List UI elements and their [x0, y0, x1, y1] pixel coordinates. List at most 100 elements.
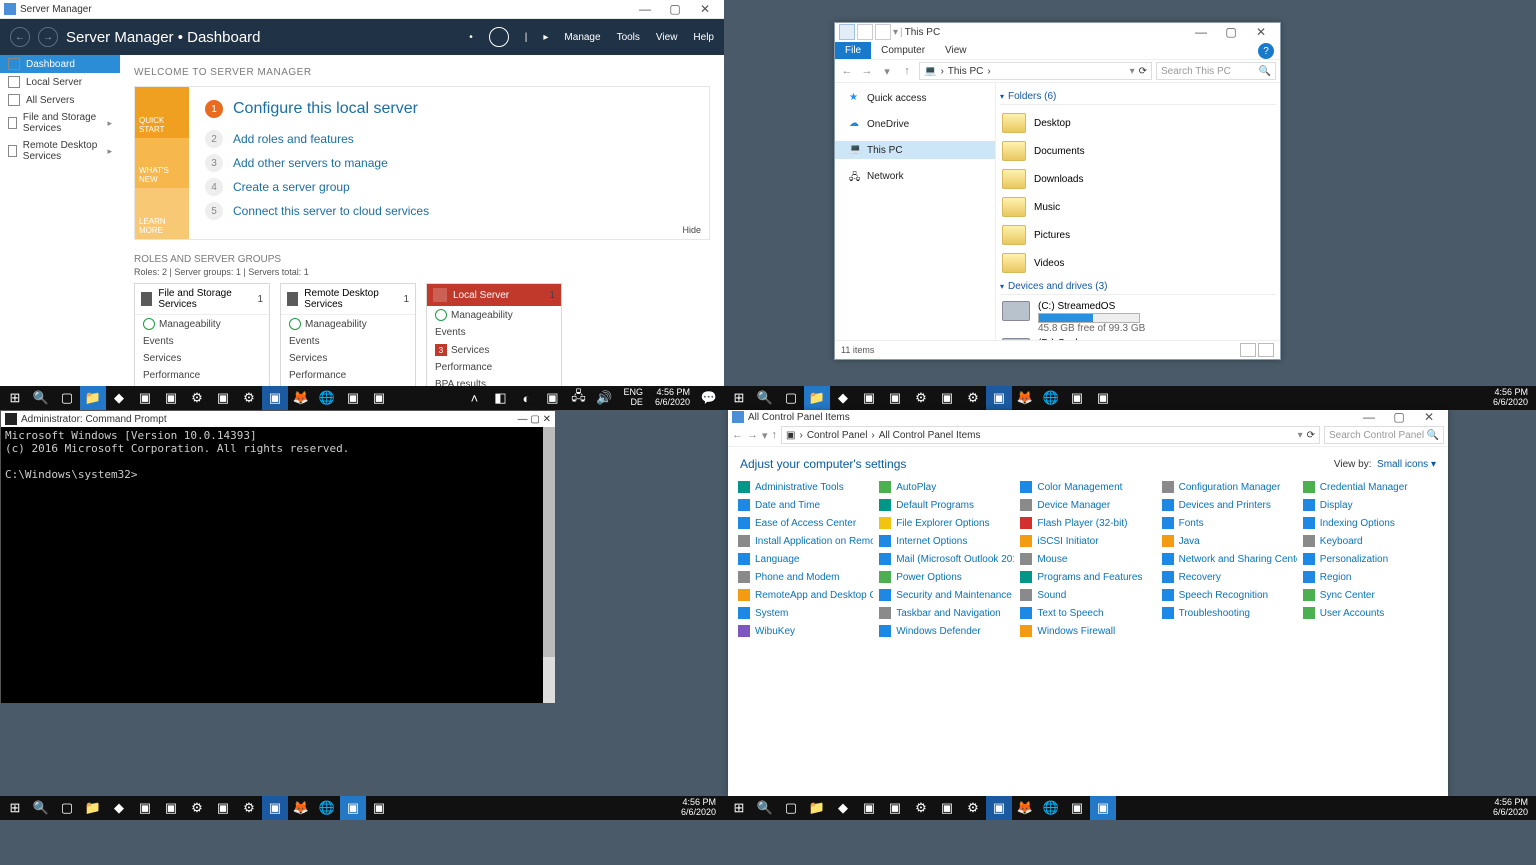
- powershell-icon[interactable]: ▣: [262, 796, 288, 820]
- refresh-icon[interactable]: ⟳: [1139, 66, 1147, 77]
- taskbar[interactable]: ⊞ 🔍 ▢ 📁 ◆ ▣ ▣ ⚙ ▣ ⚙ ▣ 🦊 🌐 ▣ ▣ 4:56 PM6/6…: [0, 796, 724, 820]
- settings-icon[interactable]: ⚙: [184, 386, 210, 410]
- taskbar-clock[interactable]: 4:56 PM6/6/2020: [1487, 388, 1534, 408]
- row-manageability[interactable]: Manageability: [427, 306, 561, 324]
- cp-user-accounts[interactable]: User Accounts: [1303, 605, 1438, 621]
- taskbar-app-icon[interactable]: ▣: [856, 386, 882, 410]
- address-bar[interactable]: 💻 › This PC › ▾ ⟳: [919, 62, 1152, 80]
- edge-icon[interactable]: 🌐: [314, 796, 340, 820]
- folder-downloads[interactable]: Downloads: [1000, 165, 1276, 193]
- settings-icon[interactable]: ⚙: [908, 796, 934, 820]
- section-devices[interactable]: ▾Devices and drives (3): [1000, 279, 1276, 295]
- crumb-this-pc[interactable]: This PC: [948, 66, 984, 77]
- cp-java[interactable]: Java: [1162, 533, 1297, 549]
- cp-sound[interactable]: Sound: [1020, 587, 1155, 603]
- cp-personalization[interactable]: Personalization: [1303, 551, 1438, 567]
- close-button[interactable]: ✕: [1246, 25, 1276, 39]
- cp-indexing[interactable]: Indexing Options: [1303, 515, 1438, 531]
- step-configure[interactable]: 1Configure this local server: [205, 97, 693, 121]
- cp-recovery[interactable]: Recovery: [1162, 569, 1297, 585]
- row-services[interactable]: Services: [135, 350, 269, 367]
- cp-network-sharing[interactable]: Network and Sharing Center: [1162, 551, 1297, 567]
- folder-desktop[interactable]: Desktop: [1000, 109, 1276, 137]
- taskbar[interactable]: ⊞ 🔍 ▢ 📁 ◆ ▣ ▣ ⚙ ▣ ⚙ ▣ 🦊 🌐 ▣ ▣ 4:56 PM6/6…: [724, 796, 1536, 820]
- row-services[interactable]: Services: [281, 350, 415, 367]
- details-view-button[interactable]: [1240, 343, 1256, 357]
- explorer-task-icon[interactable]: 📁: [80, 386, 106, 410]
- cp-file-explorer-options[interactable]: File Explorer Options: [879, 515, 1014, 531]
- tray-icon[interactable]: ◧: [487, 386, 513, 410]
- cp-mouse[interactable]: Mouse: [1020, 551, 1155, 567]
- taskbar[interactable]: ⊞ 🔍 ▢ 📁 ◆ ▣ ▣ ⚙ ▣ ⚙ ▣ 🦊 🌐 ▣ ▣ 4:56 PM6/6…: [724, 386, 1536, 410]
- taskbar-app-icon[interactable]: ◆: [106, 386, 132, 410]
- search-input[interactable]: Search Control Panel🔍: [1324, 426, 1444, 444]
- view-by-dropdown[interactable]: Small icons ▾: [1377, 459, 1436, 470]
- taskbar-app-icon[interactable]: ▣: [882, 796, 908, 820]
- nav-this-pc[interactable]: 💻This PC: [835, 141, 995, 159]
- minimize-button[interactable]: —: [1186, 25, 1216, 39]
- help-icon[interactable]: ?: [1258, 43, 1274, 59]
- tray-chevron-icon[interactable]: ˄: [461, 386, 487, 410]
- start-button[interactable]: ⊞: [726, 386, 752, 410]
- address-dropdown[interactable]: ▾: [1130, 66, 1135, 77]
- firefox-icon[interactable]: 🦊: [288, 386, 314, 410]
- cp-sync-center[interactable]: Sync Center: [1303, 587, 1438, 603]
- cp-ease-of-access[interactable]: Ease of Access Center: [738, 515, 873, 531]
- maximize-button[interactable]: ▢: [1384, 410, 1414, 424]
- flag-icon[interactable]: ▸: [543, 32, 548, 43]
- taskbar-app-icon[interactable]: ▣: [934, 796, 960, 820]
- search-button[interactable]: 🔍: [752, 386, 778, 410]
- row-events[interactable]: Events: [281, 333, 415, 350]
- control-panel-task-icon[interactable]: ▣: [1090, 796, 1116, 820]
- explorer-task-icon[interactable]: 📁: [80, 796, 106, 820]
- tab-computer[interactable]: Computer: [871, 42, 935, 59]
- nav-remote-desktop[interactable]: Remote Desktop Services▸: [0, 137, 120, 165]
- cp-system[interactable]: System: [738, 605, 873, 621]
- section-folders[interactable]: ▾Folders (6): [1000, 89, 1276, 105]
- search-button[interactable]: 🔍: [28, 386, 54, 410]
- start-button[interactable]: ⊞: [2, 796, 28, 820]
- cp-install-app-remote[interactable]: Install Application on Remote Deskt…: [738, 533, 873, 549]
- cp-wibukey[interactable]: WibuKey: [738, 623, 873, 639]
- up-button[interactable]: ↑: [772, 429, 778, 441]
- row-manageability[interactable]: Manageability: [281, 315, 415, 333]
- taskbar-app-icon[interactable]: ▣: [366, 796, 392, 820]
- tray-icon[interactable]: ◐: [513, 386, 539, 410]
- drive-d[interactable]: (D:) Cache: [1000, 336, 1276, 340]
- cp-speech[interactable]: Speech Recognition: [1162, 587, 1297, 603]
- cp-language[interactable]: Language: [738, 551, 873, 567]
- scrollbar[interactable]: [543, 427, 555, 703]
- hide-link[interactable]: Hide: [682, 225, 701, 235]
- card-local-server[interactable]: Local Server1 Manageability Events 3Serv…: [426, 283, 562, 387]
- cp-iscsi[interactable]: iSCSI Initiator: [1020, 533, 1155, 549]
- taskbar[interactable]: ⊞ 🔍 ▢ 📁 ◆ ▣ ▣ ⚙ ▣ ⚙ ▣ 🦊 🌐 ▣ ▣ ˄ ◧ ◐ ▣ 🖧 …: [0, 386, 724, 410]
- cmd-console[interactable]: Microsoft Windows [Version 10.0.14393] (…: [1, 427, 555, 703]
- close-button[interactable]: ✕: [543, 414, 551, 425]
- row-events[interactable]: Events: [135, 333, 269, 350]
- recent-dropdown[interactable]: ▾: [762, 429, 768, 442]
- cmd-titlebar[interactable]: Administrator: Command Prompt — ▢ ✕: [1, 411, 555, 427]
- back-button[interactable]: ←: [732, 429, 743, 441]
- quick-start-tab[interactable]: QUICK START: [135, 87, 189, 138]
- cp-programs-features[interactable]: Programs and Features: [1020, 569, 1155, 585]
- nav-local-server[interactable]: Local Server: [0, 73, 120, 91]
- powershell-icon[interactable]: ▣: [986, 386, 1012, 410]
- server-manager-titlebar[interactable]: Server Manager — ▢ ✕: [0, 0, 724, 19]
- edge-icon[interactable]: 🌐: [314, 386, 340, 410]
- taskbar-app-icon[interactable]: ⚙: [960, 386, 986, 410]
- scroll-thumb[interactable]: [543, 427, 555, 657]
- maximize-button[interactable]: ▢: [530, 414, 539, 425]
- back-button[interactable]: ←: [839, 65, 855, 77]
- taskbar-app-icon[interactable]: ◆: [830, 386, 856, 410]
- cp-devices-printers[interactable]: Devices and Printers: [1162, 497, 1297, 513]
- settings-icon[interactable]: ⚙: [908, 386, 934, 410]
- menu-view[interactable]: View: [656, 32, 678, 43]
- card-remote-desktop[interactable]: Remote Desktop Services1 Manageability E…: [280, 283, 416, 387]
- cp-default-programs[interactable]: Default Programs: [879, 497, 1014, 513]
- forward-button[interactable]: →: [38, 27, 58, 47]
- task-view-button[interactable]: ▢: [778, 386, 804, 410]
- taskbar-app-icon[interactable]: ◆: [830, 796, 856, 820]
- cp-windows-firewall[interactable]: Windows Firewall: [1020, 623, 1155, 639]
- forward-button[interactable]: →: [859, 65, 875, 77]
- drive-c[interactable]: (C:) StreamedOS 45.8 GB free of 99.3 GB: [1000, 299, 1276, 336]
